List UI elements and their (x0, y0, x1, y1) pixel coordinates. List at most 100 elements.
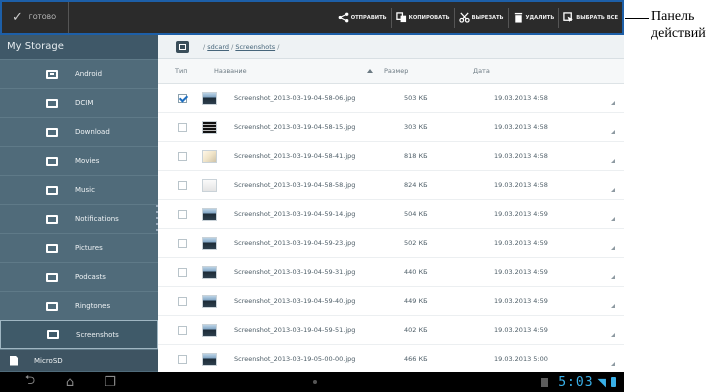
row-checkbox[interactable] (178, 93, 187, 103)
column-header-name[interactable]: Название (214, 67, 381, 75)
row-options-indicator-icon[interactable] (611, 333, 615, 337)
share-icon (338, 12, 349, 23)
recent-apps-icon[interactable]: ❐ (100, 375, 120, 390)
table-row[interactable]: Screenshot_2013-03-19-04-59-14.jpg 504 КБ… (158, 200, 624, 229)
breadcrumb-sdcard[interactable]: sdcard (207, 43, 229, 51)
folder-up-button[interactable] (176, 40, 189, 53)
menu-dot-icon (313, 380, 317, 384)
folder-icon (46, 301, 58, 311)
breadcrumb-separator: / (275, 42, 280, 51)
sidebar-item-dcim[interactable]: DCIM (0, 88, 158, 117)
file-size: 502 КБ (404, 239, 428, 247)
trash-icon (514, 12, 522, 23)
table-row[interactable]: Screenshot_2013-03-19-04-59-23.jpg 502 КБ… (158, 229, 624, 258)
file-date: 19.03.2013 4:58 (494, 94, 548, 102)
column-header-row: Тип Название Размер Дата (158, 59, 624, 84)
row-checkbox[interactable] (178, 122, 187, 132)
sidebar-item-screenshots[interactable]: Screenshots (0, 320, 158, 349)
row-options-indicator-icon[interactable] (611, 101, 615, 105)
row-options-indicator-icon[interactable] (611, 362, 615, 366)
row-checkbox[interactable] (178, 296, 187, 306)
table-row[interactable]: Screenshot_2013-03-19-04-58-41.jpg 818 КБ… (158, 142, 624, 171)
table-row[interactable]: Screenshot_2013-03-19-05-00-00.jpg 466 КБ… (158, 345, 624, 374)
file-size: 440 КБ (404, 268, 428, 276)
file-date: 19.03.2013 4:58 (494, 181, 548, 189)
table-row[interactable]: Screenshot_2013-03-19-04-59-51.jpg 402 КБ… (158, 316, 624, 345)
image-thumbnail (202, 149, 217, 163)
row-checkbox[interactable] (178, 180, 187, 190)
folder-icon (46, 272, 58, 282)
file-size: 303 КБ (404, 123, 428, 131)
row-options-indicator-icon[interactable] (611, 130, 615, 134)
copy-label: КОПИРОВАТЬ (408, 14, 450, 21)
sidebar-item-microsd[interactable]: MicroSD (0, 349, 158, 371)
select-all-button[interactable]: ВЫБРАТЬ ВСЕ (558, 7, 622, 28)
row-checkbox[interactable] (178, 209, 187, 219)
table-row[interactable]: Screenshot_2013-03-19-04-59-40.jpg 449 КБ… (158, 287, 624, 316)
breadcrumb: / sdcard / Screenshots / (203, 43, 279, 51)
column-header-type[interactable]: Тип (158, 67, 214, 75)
column-header-size[interactable]: Размер (381, 67, 470, 75)
share-button[interactable]: ОТПРАВИТЬ (334, 8, 391, 28)
image-thumbnail (202, 265, 217, 279)
sidebar-item-ringtones[interactable]: Ringtones (0, 291, 158, 320)
row-options-indicator-icon[interactable] (611, 217, 615, 221)
sidebar-item-label: Ringtones (75, 302, 111, 310)
row-checkbox[interactable] (178, 267, 187, 277)
file-name: Screenshot_2013-03-19-05-00-00.jpg (234, 355, 356, 363)
sidebar-item-download[interactable]: Download (0, 117, 158, 146)
copy-button[interactable]: КОПИРОВАТЬ (390, 7, 454, 28)
folder-icon (46, 243, 58, 253)
back-icon[interactable]: ⮌ (20, 371, 40, 392)
row-options-indicator-icon[interactable] (611, 304, 615, 308)
copy-icon (395, 12, 406, 23)
file-date: 19.03.2013 4:59 (494, 210, 548, 218)
folder-icon (46, 214, 58, 224)
sidebar-item-movies[interactable]: Movies (0, 146, 158, 175)
row-checkbox[interactable] (178, 354, 187, 364)
sidebar-item-label: Movies (75, 157, 100, 165)
sidebar-item-label: Download (75, 128, 110, 136)
delete-button[interactable]: УДАЛИТЬ (507, 7, 559, 28)
file-name: Screenshot_2013-03-19-04-59-51.jpg (234, 326, 356, 334)
sidebar-folder-list: Android DCIM Download Movies Music Notificati… (0, 59, 158, 349)
image-thumbnail (202, 120, 217, 134)
file-name: Screenshot_2013-03-19-04-59-23.jpg (234, 239, 356, 247)
system-navigation-bar: ⮌ ⌂ ❐ 5:03 ◥ (0, 372, 624, 392)
sidebar-item-android[interactable]: Android (0, 59, 158, 88)
cut-button[interactable]: ВЫРЕЗАТЬ (453, 7, 508, 28)
column-header-date[interactable]: Дата (470, 67, 595, 75)
row-options-indicator-icon[interactable] (611, 246, 615, 250)
action-bar: ✓ ГОТОВО ОТПРАВИТЬ КОПИРОВАТЬ ВЫРЕЗАТЬ У… (0, 0, 624, 35)
done-button[interactable]: ✓ ГОТОВО (2, 2, 70, 33)
row-checkbox[interactable] (178, 238, 187, 248)
row-options-indicator-icon[interactable] (611, 275, 615, 279)
battery-icon (611, 377, 616, 387)
image-thumbnail (202, 294, 217, 308)
file-name: Screenshot_2013-03-19-04-58-41.jpg (234, 152, 356, 160)
sidebar-item-podcasts[interactable]: Podcasts (0, 262, 158, 291)
file-size: 824 КБ (404, 181, 428, 189)
row-checkbox[interactable] (178, 151, 187, 161)
row-checkbox[interactable] (178, 325, 187, 335)
image-thumbnail (202, 236, 217, 250)
table-row[interactable]: Screenshot_2013-03-19-04-59-31.jpg 440 КБ… (158, 258, 624, 287)
sidebar-item-music[interactable]: Music (0, 175, 158, 204)
folder-icon (47, 330, 59, 339)
sidebar-item-pictures[interactable]: Pictures (0, 233, 158, 262)
cut-label: ВЫРЕЗАТЬ (471, 14, 504, 21)
breadcrumb-screenshots[interactable]: Screenshots (235, 43, 275, 51)
status-area[interactable]: 5:03 ◥ (541, 374, 616, 390)
table-row[interactable]: Screenshot_2013-03-19-04-58-06.jpg 503 КБ… (158, 84, 624, 113)
row-options-indicator-icon[interactable] (611, 188, 615, 192)
sidebar-item-notifications[interactable]: Notifications (0, 204, 158, 233)
file-size: 402 КБ (404, 326, 428, 334)
table-row[interactable]: Screenshot_2013-03-19-04-58-58.jpg 824 КБ… (158, 171, 624, 200)
table-row[interactable]: Screenshot_2013-03-19-04-58-15.jpg 303 КБ… (158, 113, 624, 142)
delete-label: УДАЛИТЬ (525, 14, 555, 21)
image-thumbnail (202, 207, 217, 221)
image-thumbnail (202, 91, 217, 105)
row-options-indicator-icon[interactable] (611, 159, 615, 163)
home-icon[interactable]: ⌂ (60, 375, 80, 390)
file-size: 503 КБ (404, 94, 428, 102)
